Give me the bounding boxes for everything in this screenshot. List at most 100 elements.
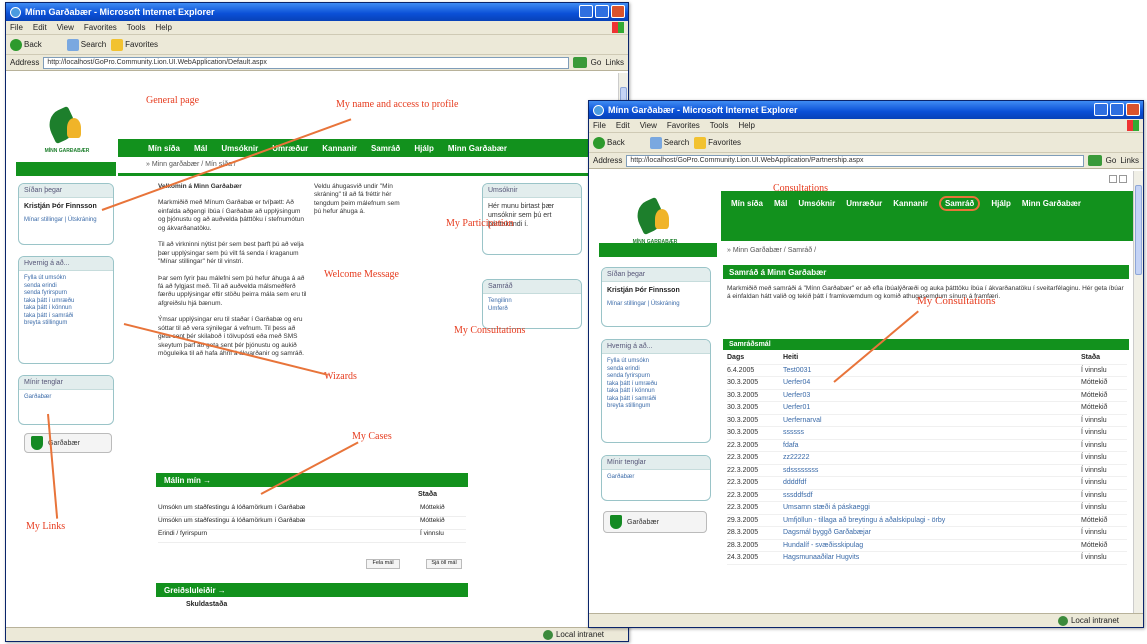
nav-cases[interactable]: Mál <box>774 199 787 211</box>
menu-tools[interactable]: Tools <box>127 23 146 32</box>
row-title[interactable]: ddddfdf <box>783 479 1081 486</box>
nav-my-page[interactable]: Mín síða <box>731 199 763 211</box>
text-decrease-icon[interactable] <box>1109 175 1117 183</box>
nav-my-page[interactable]: Mín síða <box>148 144 180 153</box>
row-title[interactable]: sdssssssss <box>783 467 1081 474</box>
hide-cases-button[interactable]: Fela mál <box>366 559 400 569</box>
links-label[interactable]: Links <box>605 58 624 67</box>
table-row[interactable]: Umsókn um staðfestingu á lóðamörkum í Ga… <box>158 517 466 530</box>
nav-applications[interactable]: Umsóknir <box>798 199 835 211</box>
wizard-link[interactable]: taka þátt í samráði <box>607 396 705 404</box>
table-row[interactable]: 22.3.2005 fdafa Í vinnslu <box>727 440 1127 452</box>
minimize-button[interactable] <box>579 5 593 18</box>
row-title[interactable]: Uerfer04 <box>783 379 1081 386</box>
row-title[interactable]: fdafa <box>783 442 1081 449</box>
row-title[interactable]: Umfjöllun - tillaga að breytingu á aðals… <box>783 517 1081 524</box>
wizard-link[interactable]: taka þátt í samráði <box>24 313 108 321</box>
shortcut-link[interactable]: Garðabær <box>607 474 705 482</box>
site-logo[interactable]: MÍNN GARÐABÆR <box>629 196 679 245</box>
nav-consultation[interactable]: Samráð <box>371 144 400 153</box>
back-button[interactable]: Back <box>593 136 625 149</box>
table-row[interactable]: 30.3.2005 Uerfernarval Í vinnslu <box>727 415 1127 427</box>
menu-help[interactable]: Help <box>155 23 171 32</box>
row-title[interactable]: Umsamn stæði á páskaeggi <box>783 504 1081 511</box>
wizard-link[interactable]: Fylla út umsókn <box>24 275 108 283</box>
table-row[interactable]: 6.4.2005 Test0031 Í vinnslu <box>727 365 1127 377</box>
wizard-link[interactable]: taka þátt í umræðu <box>24 298 108 306</box>
go-icon[interactable] <box>572 57 587 68</box>
column-header-status[interactable]: Staða <box>1081 354 1127 361</box>
table-row[interactable]: 30.3.2005 Uerfer04 Móttekið <box>727 377 1127 390</box>
row-title[interactable]: Uerfernarval <box>783 417 1081 424</box>
nav-surveys[interactable]: Kannanir <box>322 144 357 153</box>
row-title[interactable]: Uerfer03 <box>783 392 1081 399</box>
nav-minn-gardabaer[interactable]: Minn Garðabær <box>1022 199 1081 211</box>
wizard-link[interactable]: senda fyrirspurn <box>24 290 108 298</box>
table-row[interactable]: 22.3.2005 Umsamn stæði á páskaeggi Í vinns… <box>727 502 1127 515</box>
table-row[interactable]: 22.3.2005 zz22222 Í vinnslu <box>727 452 1127 465</box>
links-label[interactable]: Links <box>1120 156 1139 165</box>
wizard-link[interactable]: senda erindi <box>607 366 705 374</box>
close-button[interactable] <box>611 5 625 18</box>
back-button[interactable]: Back <box>10 38 42 51</box>
menu-view[interactable]: View <box>57 23 74 32</box>
my-cases-header[interactable]: Málin mín → <box>156 473 468 487</box>
nav-discussions[interactable]: Umræður <box>846 199 882 211</box>
wizard-link[interactable]: Fylla út umsókn <box>607 358 705 366</box>
row-title[interactable]: Dagsmál byggð Garðabæjar <box>783 529 1081 536</box>
table-row[interactable]: 22.3.2005 ddddfdf Í vinnslu <box>727 477 1127 490</box>
payments-header[interactable]: Greiðsluleiðir → <box>156 583 468 597</box>
row-title[interactable]: Test0031 <box>783 367 1081 374</box>
minimize-button[interactable] <box>1094 103 1108 116</box>
row-title[interactable]: sssddfsdf <box>783 492 1081 499</box>
table-row[interactable]: Umsókn um staðfestingu á lóðamörkum í Ga… <box>158 504 466 517</box>
menu-favorites[interactable]: Favorites <box>667 121 700 130</box>
go-icon[interactable] <box>1087 155 1102 166</box>
menu-edit[interactable]: Edit <box>616 121 630 130</box>
nav-help[interactable]: Hjálp <box>414 144 434 153</box>
title-bar[interactable]: Mínn Garðabær - Microsoft Internet Explo… <box>589 101 1143 119</box>
table-row[interactable]: 30.3.2005 ssssss Í vinnslu <box>727 427 1127 440</box>
user-name[interactable]: Kristján Þór Finnsson <box>24 202 108 211</box>
nav-surveys[interactable]: Kannanir <box>893 199 928 211</box>
row-title[interactable]: Uerfer01 <box>783 404 1081 411</box>
table-row[interactable]: 22.3.2005 sssddfsdf Í vinnslu <box>727 490 1127 502</box>
shortcut-link[interactable]: Garðabær <box>24 394 108 402</box>
menu-help[interactable]: Help <box>738 121 754 130</box>
user-name[interactable]: Kristján Þór Finnsson <box>607 286 705 295</box>
favorites-button[interactable]: Favorites <box>694 136 741 149</box>
wizard-link[interactable]: senda fyrirspurn <box>607 373 705 381</box>
profile-link[interactable]: Mínar stillingar | Útskráning <box>24 217 108 225</box>
table-row[interactable]: 30.3.2005 Uerfer01 Móttekið <box>727 402 1127 415</box>
close-button[interactable] <box>1126 103 1140 116</box>
menu-file[interactable]: File <box>10 23 23 32</box>
row-title[interactable]: zz22222 <box>783 454 1081 461</box>
nav-consultation[interactable]: Samráð <box>938 196 981 211</box>
maximize-button[interactable] <box>1110 103 1124 116</box>
scroll-thumb[interactable] <box>1135 185 1142 275</box>
table-row[interactable]: 24.3.2005 Hagsmunaaðilar Hugvits Í vinnslu <box>727 552 1127 565</box>
profile-link[interactable]: Mínar stillingar | Útskráning <box>607 301 705 309</box>
search-button[interactable]: Search <box>649 136 689 149</box>
table-row[interactable]: 22.3.2005 sdssssssss Í vinnslu <box>727 465 1127 477</box>
text-increase-icon[interactable] <box>1119 175 1127 183</box>
wizard-link[interactable]: taka þátt í könnun <box>24 305 108 313</box>
column-header-date[interactable]: Dags <box>727 354 783 361</box>
nav-minn-gardabaer[interactable]: Minn Garðabær <box>448 144 507 153</box>
row-title[interactable]: Hagsmunaaðilar Hugvits <box>783 554 1081 561</box>
consultation-link[interactable]: Tengilinn <box>488 298 576 306</box>
nav-help[interactable]: Hjálp <box>991 199 1011 211</box>
favorites-button[interactable]: Favorites <box>111 38 158 51</box>
menu-view[interactable]: View <box>640 121 657 130</box>
menu-edit[interactable]: Edit <box>33 23 47 32</box>
menu-favorites[interactable]: Favorites <box>84 23 117 32</box>
column-header-title[interactable]: Heiti <box>783 354 1081 361</box>
all-cases-button[interactable]: Sjá öll mál <box>426 559 462 569</box>
table-row[interactable]: 29.3.2005 Umfjöllun - tillaga að breyting… <box>727 515 1127 527</box>
menu-file[interactable]: File <box>593 121 606 130</box>
address-input[interactable]: http://localhost/GoPro.Community.Lion.UI… <box>626 154 1084 167</box>
table-row[interactable]: 30.3.2005 Uerfer03 Móttekið <box>727 390 1127 402</box>
maximize-button[interactable] <box>595 5 609 18</box>
wizard-link[interactable]: taka þátt í könnun <box>607 388 705 396</box>
title-bar[interactable]: Mínn Garðabær - Microsoft Internet Explo… <box>6 3 628 21</box>
